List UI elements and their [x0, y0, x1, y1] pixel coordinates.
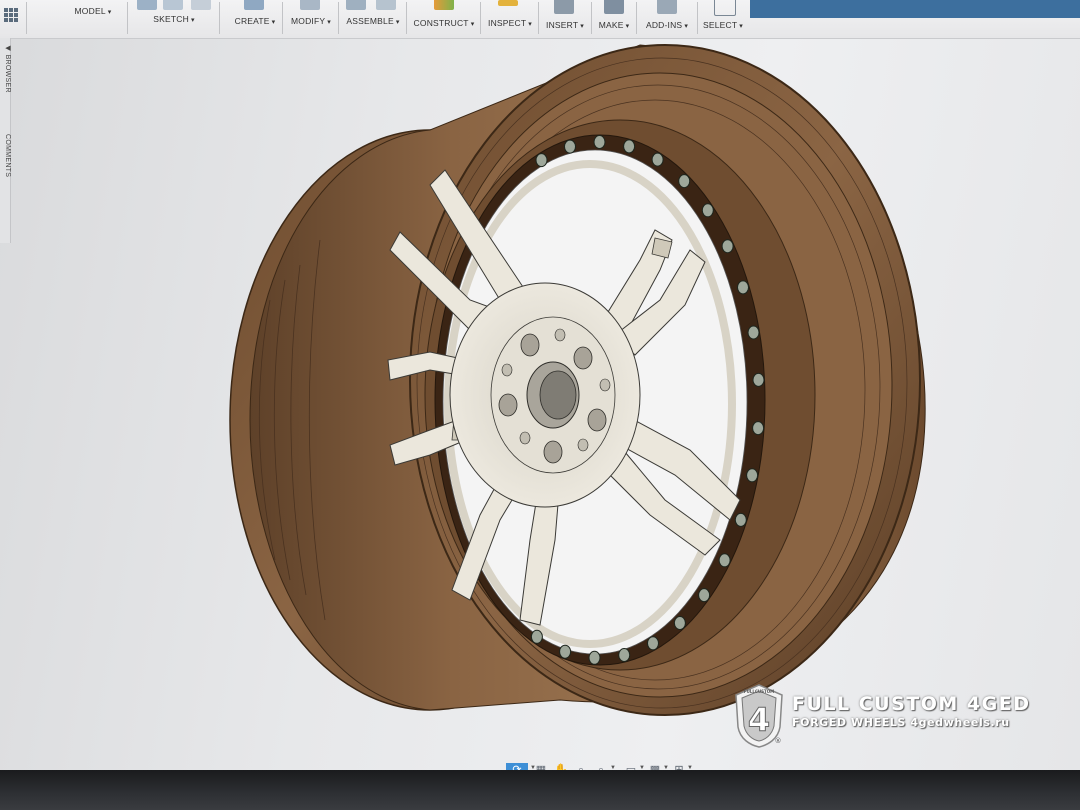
registered-mark: ® [775, 737, 782, 745]
logo-numeral: 4 [748, 701, 770, 739]
viewport-canvas[interactable] [0, 0, 1080, 770]
brand-logo: 4 FULLCUSTOM ® [735, 684, 783, 748]
rim-bolt [559, 644, 572, 659]
rim-bolt [698, 588, 711, 603]
zoom-icon[interactable]: ⌕ [574, 763, 588, 770]
look-at-icon[interactable]: ▦ [534, 763, 548, 770]
rim-bolt [673, 616, 686, 630]
brand-watermark: 4 FULLCUSTOM ® FULL CUSTOM 4GED FORGED W… [732, 683, 1042, 753]
monitor-bezel [0, 770, 1080, 810]
viewports-icon[interactable]: ⊞ [672, 763, 686, 770]
rim-bolt [746, 468, 759, 483]
small-hole [519, 431, 531, 445]
logo-banner: FULLCUSTOM [744, 689, 774, 694]
lug-hole [573, 346, 593, 370]
center-bore-inner [539, 370, 577, 420]
rim-bolt [752, 372, 765, 387]
rim-bolt [588, 650, 601, 665]
navigation-bar: ⟳ ▼ ▦ ✋ ⌕ ⌕ ▼ ▭ ▼ ▩ ▼ ⊞ ▼ [506, 760, 696, 770]
rim-bolt [721, 239, 734, 254]
small-hole [554, 328, 566, 342]
small-hole [501, 363, 513, 377]
rim-bolt [593, 135, 606, 149]
small-hole [599, 378, 611, 392]
display-settings-icon[interactable]: ▭ [624, 763, 638, 770]
rim-bolt [701, 203, 714, 218]
rim-bolt [564, 139, 576, 154]
rim-bolt [618, 648, 631, 662]
grid-icon[interactable]: ▩ [648, 763, 662, 770]
orbit-icon[interactable]: ⟳ [506, 763, 528, 770]
lug-hole [543, 440, 563, 464]
lug-hole [498, 393, 518, 417]
rim-bolt [535, 153, 548, 168]
fusion-screen: MODEL ▾ SKETCH ▾ CREATE ▾ MODIFY ▾ ASSEMBLE ▾ [0, 0, 1080, 770]
watermark-title: FULL CUSTOM 4GED [792, 693, 1031, 715]
zoom-window-icon[interactable]: ⌕ [594, 763, 608, 770]
pan-icon[interactable]: ✋ [554, 763, 568, 770]
lug-hole [587, 408, 607, 432]
rim-bolt [678, 174, 691, 189]
rim-bolt [530, 629, 543, 644]
rim-bolt [651, 152, 664, 167]
rim-bolt [737, 280, 749, 295]
rim-bolt [747, 325, 760, 340]
wheel-model[interactable] [229, 44, 926, 716]
rim-bolt [623, 139, 636, 154]
spoke-pocket [651, 237, 673, 259]
watermark-subtitle: FORGED WHEELS 4gedwheels.ru [792, 716, 1010, 729]
small-hole [577, 438, 589, 452]
rim-bolt [752, 421, 765, 436]
rim-bolt [734, 512, 747, 527]
rim-bolt [718, 553, 731, 568]
lug-hole [520, 333, 540, 357]
rim-bolt [647, 636, 659, 651]
